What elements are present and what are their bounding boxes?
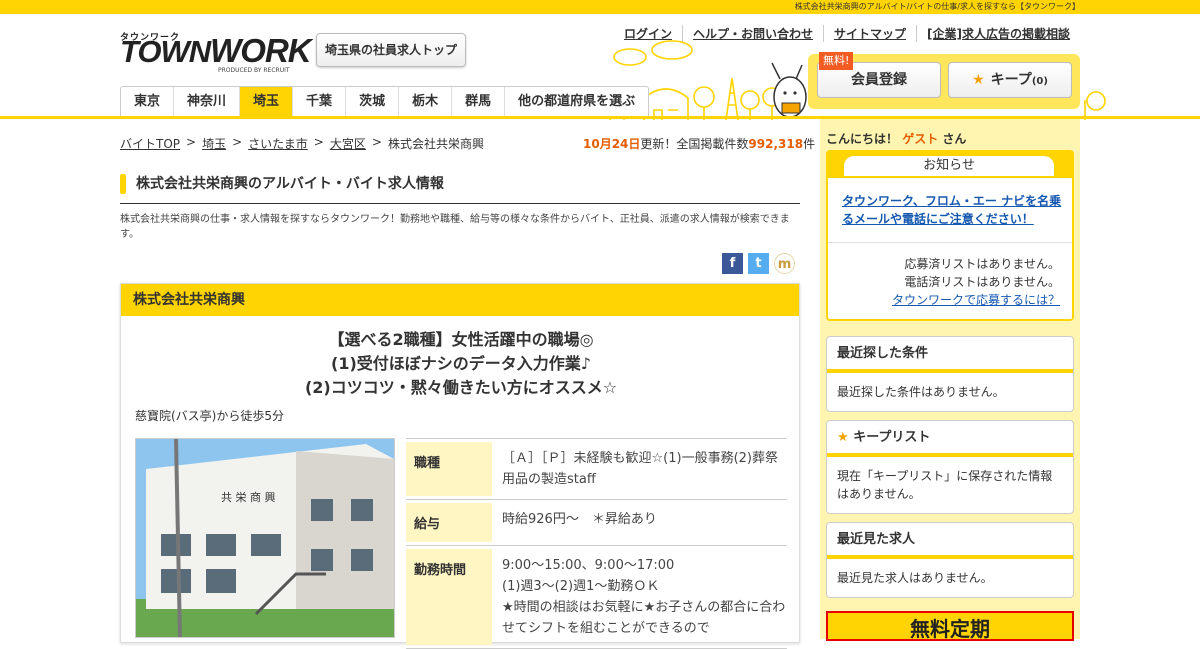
notice-warning-link[interactable]: タウンワーク、フロム・エー ナビを名乗るメールや電話にご注意ください！ [842, 192, 1062, 228]
notice-warning-text: タウンワーク、フロム・エー ナビを名乗るメールや電話にご注意ください！ [842, 194, 1062, 226]
job-catchcopy: 【選べる2職種】女性活躍中の職場◎ (1)受付ほぼナシのデータ入力作業♪ (2)… [121, 328, 801, 400]
keep-label: キープ [990, 72, 1032, 88]
tab-gunma[interactable]: 群馬 [451, 87, 504, 117]
listing-count: 992,318 [748, 137, 804, 151]
row-value-hours: 9:00～15:00、9:00～17:00 (1)週3～(2)週1～勤務ＯＫ ★… [502, 558, 786, 636]
tab-chiba[interactable]: 千葉 [292, 87, 345, 117]
recent-conditions-body: 最近探した条件はありません。 [837, 385, 1005, 399]
mixi-icon[interactable]: m [774, 253, 795, 274]
greeting: こんにちは！ ゲスト さん [826, 130, 966, 147]
star-icon: ★ [837, 430, 849, 445]
row-value-job-type: ［Ａ］［Ｐ］未経験も歓迎☆(1)一般事務(2)葬祭用品の製造staff [502, 451, 778, 487]
logo-produced: PRODUCED BY RECRUIT [218, 67, 290, 74]
keep-button[interactable]: ★ キープ(0) [948, 62, 1072, 98]
pref-top-button[interactable]: 埼玉県の社員求人トップ [316, 33, 466, 67]
row-label-salary: 給与 [406, 503, 492, 542]
row-value-salary: 時給926円～ ＊昇給あり [502, 512, 657, 527]
keep-list-body: 現在「キープリスト」に保存された情報はありません。 [837, 469, 1053, 501]
notice-status: 応募済リストはありません。 電話済リストはありません。 タウンワークで応募するに… [892, 255, 1060, 309]
recent-conditions-box: 最近探した条件 最近探した条件はありません。 [826, 336, 1074, 412]
page-title-bar: 株式会社共栄商興のアルバイト/バイトの仕事/求人を探すなら【タウンワーク】 [0, 0, 1200, 14]
job-card[interactable]: 株式会社共栄商興 【選べる2職種】女性活躍中の職場◎ (1)受付ほぼナシのデータ… [120, 283, 801, 649]
tab-other-prefecture[interactable]: 他の都道府県を選ぶ [504, 87, 648, 117]
table-row: 給与 時給926円～ ＊昇給あり [406, 500, 787, 546]
catch-line: (1)受付ほぼナシのデータ入力作業♪ [331, 354, 591, 373]
free-badge: 無料! [819, 52, 854, 70]
notice-box: お知らせ タウンワーク、フロム・エー ナビを名乗るメールや電話にご注意ください！… [826, 150, 1074, 321]
tab-tochigi[interactable]: 栃木 [398, 87, 451, 117]
tab-saitama[interactable]: 埼玉 [239, 87, 293, 117]
row-label-hours: 勤務時間 [406, 549, 492, 645]
guest-name: ゲスト [902, 132, 939, 146]
update-info: 10月24日更新！全国掲載件数992,318件 [583, 135, 815, 152]
update-date: 10月24日 [583, 137, 641, 151]
recent-conditions-title: 最近探した条件 [827, 337, 1073, 373]
table-row: 職種 ［Ａ］［Ｐ］未経験も歓迎☆(1)一般事務(2)葬祭用品の製造staff [406, 439, 787, 500]
photo-sign: 共 栄 商 興 [221, 490, 276, 504]
star-icon: ★ [972, 72, 985, 88]
update-text: 更新！全国掲載件数 [640, 137, 749, 151]
breadcrumb-current: 株式会社共栄商興 [387, 137, 484, 151]
how-to-apply-link[interactable]: タウンワークで応募するには？ [892, 291, 1060, 309]
breadcrumb: バイトTOP > 埼玉 > さいたま市 > 大宮区 > 株式会社共栄商興 [120, 135, 484, 152]
keep-list-box: ★ キープリスト 現在「キープリスト」に保存された情報はありません。 [826, 420, 1074, 514]
recent-viewed-box: 最近見た求人 最近見た求人はありません。 [826, 522, 1074, 598]
recent-viewed-body: 最近見た求人はありません。 [837, 571, 993, 585]
applied-list-status: 応募済リストはありません。 [904, 257, 1060, 271]
breadcrumb-omiya[interactable]: 大宮区 [330, 135, 366, 152]
twitter-icon[interactable]: t [748, 253, 769, 274]
called-list-status: 電話済リストはありません。 [904, 275, 1060, 289]
prefecture-tabs: 東京 神奈川 埼玉 千葉 茨城 栃木 群馬 他の都道府県を選ぶ [120, 86, 650, 117]
notice-title: お知らせ [844, 156, 1054, 176]
row-label-job-type: 職種 [406, 442, 492, 496]
breadcrumb-baito-top[interactable]: バイトTOP [120, 135, 180, 152]
catch-line: (2)コツコツ・黙々働きたい方にオススメ☆ [304, 378, 618, 397]
access-info: 慈寶院(バス亭)から徒歩5分 [135, 409, 284, 423]
listing-unit: 件 [803, 137, 816, 151]
page-heading: 株式会社共栄商興のアルバイト・バイト求人情報 [120, 172, 800, 204]
breadcrumb-saitama[interactable]: 埼玉 [202, 135, 226, 152]
job-photo[interactable]: 共 栄 商 興 [135, 438, 395, 638]
tab-kanagawa[interactable]: 神奈川 [173, 87, 239, 117]
tab-tokyo[interactable]: 東京 [121, 87, 173, 117]
logo-word: TOWNWORK [120, 32, 312, 69]
page-description: 株式会社共栄商興の仕事・求人情報を探すならタウンワーク！勤務地や職種、給与等の様… [120, 214, 790, 240]
greeting-pre: こんにちは！ [826, 132, 899, 146]
rabbit-mascot-icon [771, 62, 807, 118]
tab-ibaraki[interactable]: 茨城 [345, 87, 398, 117]
company-name[interactable]: 株式会社共栄商興 [121, 284, 799, 316]
facebook-icon[interactable]: f [722, 253, 743, 274]
breadcrumb-saitama-city[interactable]: さいたま市 [248, 135, 308, 152]
catch-line: 【選べる2職種】女性活躍中の職場◎ [328, 330, 594, 349]
promo-banner[interactable]: 無料定期 [826, 611, 1074, 641]
greeting-post: さん [942, 132, 967, 146]
keep-list-title: キープリスト [853, 430, 931, 445]
share-buttons: f t m [722, 253, 795, 274]
keep-count: (0) [1031, 76, 1048, 87]
table-row: 勤務時間 9:00～15:00、9:00～17:00 (1)週3～(2)週1～勤… [406, 546, 787, 649]
job-info-table: 職種 ［Ａ］［Ｐ］未経験も歓迎☆(1)一般事務(2)葬祭用品の製造staff 給… [406, 438, 787, 649]
recent-viewed-title: 最近見た求人 [827, 523, 1073, 559]
townwork-logo[interactable]: タウンワーク TOWNWORK PRODUCED BY RECRUIT [120, 30, 312, 76]
